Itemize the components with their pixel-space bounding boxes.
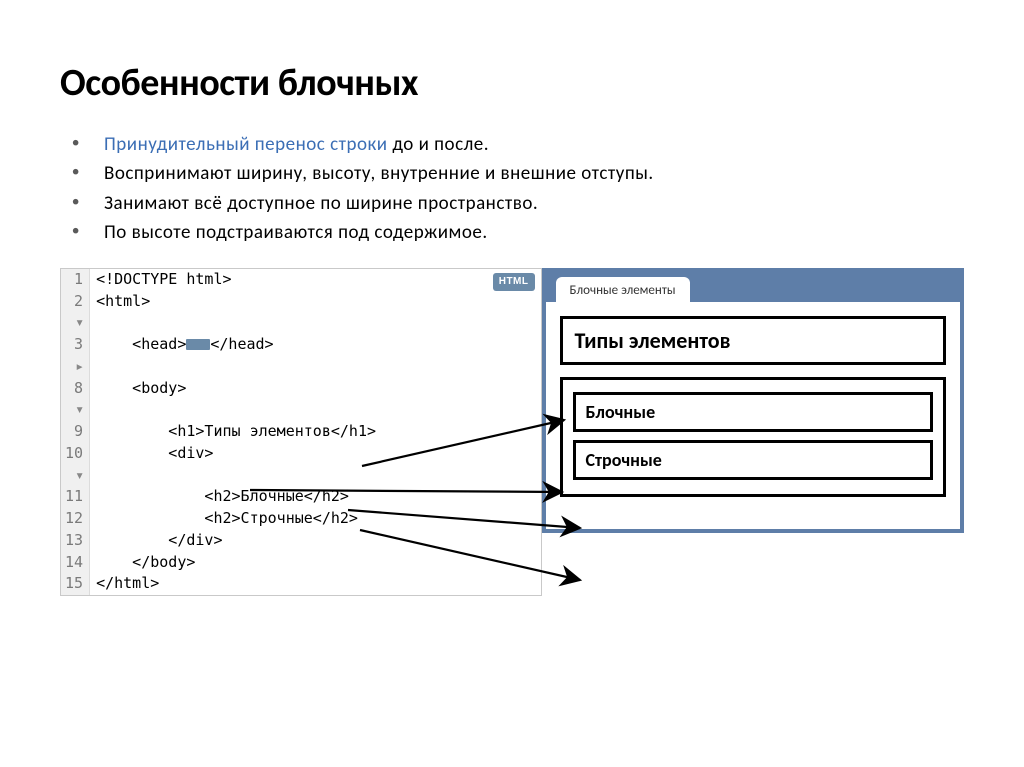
code-line: <h1>Типы элементов</h1> [90, 421, 541, 443]
line-number: 13 [61, 530, 90, 552]
code-line: <!DOCTYPE html> [90, 269, 541, 291]
browser-tab: Блочные элементы [556, 277, 690, 302]
line-number: 14 [61, 552, 90, 574]
bullet-item: Воспринимают ширину, высоту, внутренние … [100, 159, 964, 188]
line-number: 9 [61, 421, 90, 443]
line-number: 3 ▸ [61, 334, 90, 378]
line-number: 10 ▾ [61, 443, 90, 487]
rendered-h2: Строчные [573, 440, 934, 480]
language-badge: HTML [493, 273, 535, 292]
code-line: <body> [90, 378, 541, 422]
collapsed-fold-icon [186, 339, 210, 350]
line-number: 1 [61, 269, 90, 291]
code-line: <div> [90, 443, 541, 487]
line-number: 8 ▾ [61, 378, 90, 422]
code-line: </body> [90, 552, 541, 574]
line-number: 12 [61, 508, 90, 530]
bullet-list: Принудительный перенос строки до и после… [60, 130, 964, 248]
line-number: 15 [61, 573, 90, 595]
rendered-h2: Блочные [573, 392, 934, 432]
slide-title: Особенности блочных [60, 60, 964, 106]
bullet-item: Принудительный перенос строки до и после… [100, 130, 964, 159]
content-row: HTML 1<!DOCTYPE html>2 ▾<html>3 ▸ <head>… [60, 268, 964, 596]
rendered-h1-box: Типы элементов [560, 316, 947, 365]
code-editor-panel: HTML 1<!DOCTYPE html>2 ▾<html>3 ▸ <head>… [60, 268, 542, 596]
line-number: 2 ▾ [61, 291, 90, 335]
bullet-text: до и после. [388, 133, 489, 156]
bullet-item: Занимают всё доступное по ширине простра… [100, 189, 964, 218]
code-line: <head></head> [90, 334, 541, 378]
browser-viewport: Типы элементов Блочные Строчные [542, 302, 965, 533]
code-line: <html> [90, 291, 541, 335]
browser-tab-bar: Блочные элементы [542, 268, 965, 302]
code-line: <h2>Блочные</h2> [90, 486, 541, 508]
code-table: 1<!DOCTYPE html>2 ▾<html>3 ▸ <head></hea… [61, 269, 541, 595]
browser-mock: Блочные элементы Типы элементов Блочные … [542, 268, 965, 533]
rendered-div-box: Блочные Строчные [560, 377, 947, 497]
bullet-link-text: Принудительный перенос строки [104, 133, 388, 156]
line-number: 11 [61, 486, 90, 508]
code-line: </html> [90, 573, 541, 595]
rendered-h1: Типы элементов [575, 327, 932, 354]
bullet-item: По высоте подстраиваются под содержимое. [100, 218, 964, 247]
code-line: <h2>Строчные</h2> [90, 508, 541, 530]
code-line: </div> [90, 530, 541, 552]
